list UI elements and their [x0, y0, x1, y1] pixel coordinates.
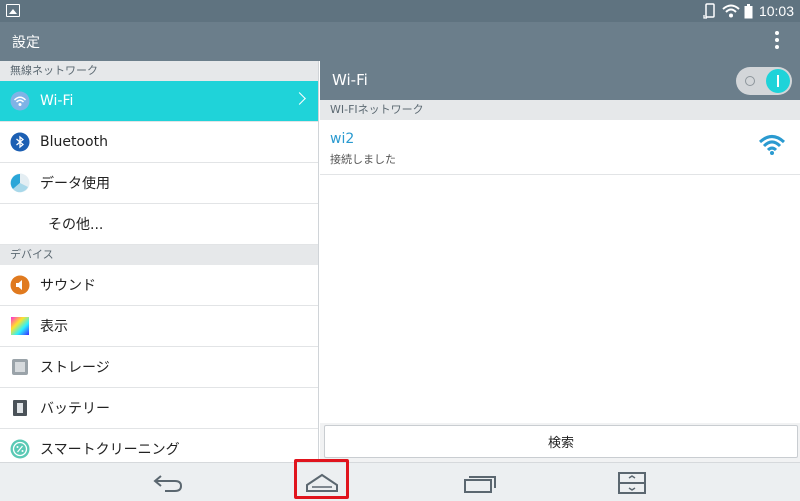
- navigation-bar: [0, 462, 800, 501]
- recent-apps-button[interactable]: [452, 463, 508, 501]
- storage-icon: [10, 357, 30, 377]
- settings-item-storage[interactable]: ストレージ: [0, 347, 318, 388]
- section-header-wireless: 無線ネットワーク: [0, 61, 318, 81]
- settings-item-smart-cleaning[interactable]: スマートクリーニング: [0, 429, 318, 462]
- overflow-menu-icon[interactable]: [774, 31, 780, 53]
- network-item-wi2[interactable]: wi2 接続しました: [320, 120, 800, 175]
- settings-item-label: スマートクリーニング: [40, 442, 180, 458]
- status-clock: 10:03: [758, 3, 794, 19]
- settings-item-display[interactable]: 表示: [0, 306, 318, 347]
- settings-item-label: データ使用: [40, 176, 110, 192]
- wifi-header: Wi-Fi: [320, 61, 800, 100]
- toggle-knob: [766, 69, 790, 93]
- recent-apps-icon: [464, 475, 496, 493]
- battery-status-icon: [744, 3, 753, 18]
- search-button[interactable]: 検索: [324, 425, 798, 458]
- settings-item-data-usage[interactable]: データ使用: [0, 163, 318, 204]
- network-ssid: wi2: [330, 131, 355, 147]
- wifi-signal-icon: [758, 135, 786, 155]
- settings-item-wifi[interactable]: Wi-Fi: [0, 81, 318, 122]
- section-header-device: デバイス: [0, 245, 318, 265]
- back-icon: [153, 474, 183, 492]
- settings-item-label: Wi-Fi: [40, 93, 74, 109]
- settings-item-label: サウンド: [40, 278, 96, 294]
- network-list-empty-area: [320, 175, 800, 423]
- settings-item-label: Bluetooth: [40, 134, 108, 150]
- dual-window-icon: [618, 471, 646, 494]
- back-button[interactable]: [140, 463, 196, 501]
- smart-cleaning-icon: [10, 439, 30, 459]
- data-usage-icon: [10, 173, 30, 193]
- home-button-highlight-annotation: [294, 459, 349, 499]
- sound-icon: [10, 275, 30, 295]
- toggle-off-icon: [745, 76, 755, 86]
- wifi-detail-pane: Wi-Fi WI-FIネットワーク wi2 接続しました 検索: [320, 61, 800, 462]
- display-icon: [10, 316, 30, 336]
- page-title: 設定: [12, 35, 40, 51]
- settings-item-label: ストレージ: [40, 360, 110, 376]
- settings-item-battery[interactable]: バッテリー: [0, 388, 318, 429]
- wifi-status-icon: [722, 4, 740, 18]
- wifi-toggle[interactable]: [736, 67, 792, 95]
- bluetooth-icon: [10, 132, 30, 152]
- wifi-title: Wi-Fi: [332, 71, 368, 89]
- settings-item-bluetooth[interactable]: Bluetooth: [0, 122, 318, 163]
- action-bar: 設定: [0, 22, 800, 61]
- search-button-label: 検索: [547, 436, 574, 451]
- status-indicators: 10:03: [702, 0, 794, 22]
- settings-item-label: 表示: [40, 319, 68, 335]
- settings-item-label: バッテリー: [40, 401, 110, 417]
- wifi-networks-header: WI-FIネットワーク: [320, 100, 800, 120]
- settings-item-more[interactable]: その他...: [0, 204, 318, 245]
- dual-window-button[interactable]: [604, 463, 660, 501]
- status-bar: 10:03: [0, 0, 800, 22]
- network-status: 接続しました: [330, 153, 396, 166]
- settings-item-sound[interactable]: サウンド: [0, 265, 318, 306]
- settings-item-label: その他...: [48, 217, 104, 233]
- gallery-notification-icon: [6, 4, 20, 17]
- settings-list: 無線ネットワーク Wi-Fi Bluetooth データ使用 その他... デバ…: [0, 61, 319, 462]
- battery-icon: [10, 398, 30, 418]
- rotation-lock-icon: [703, 3, 715, 19]
- chevron-right-icon: [293, 92, 306, 105]
- wifi-icon: [10, 91, 30, 111]
